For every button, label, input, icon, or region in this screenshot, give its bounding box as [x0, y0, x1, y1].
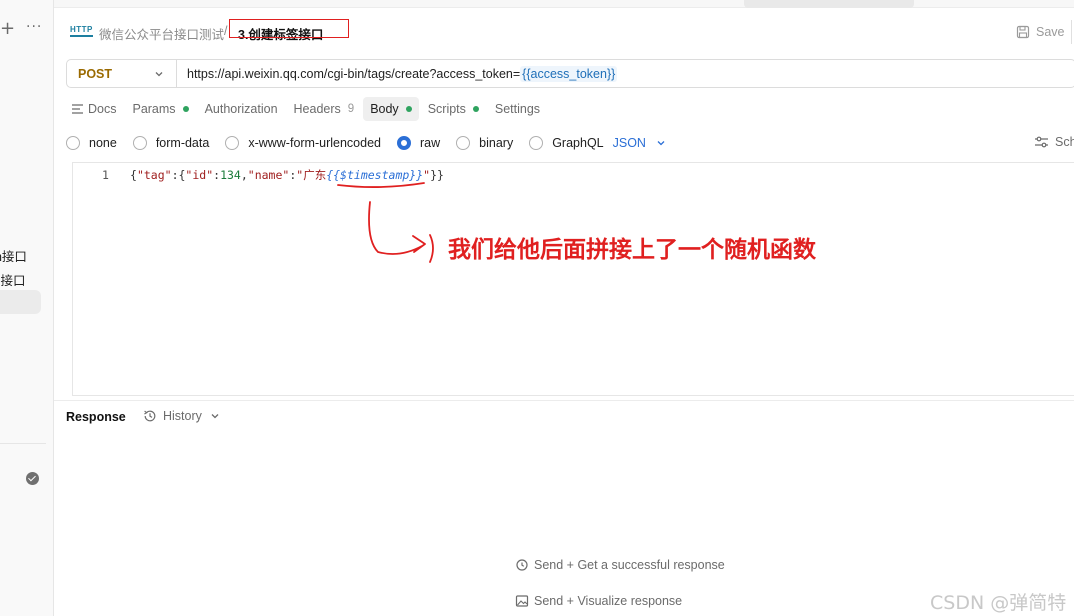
- tab-label: Params: [132, 102, 176, 116]
- radio-none[interactable]: none: [66, 136, 117, 150]
- schema-button[interactable]: Sch: [1034, 135, 1074, 149]
- code-string: "广东: [296, 168, 327, 182]
- code-key: "name": [247, 168, 290, 182]
- sidebar-item-token[interactable]: en接口: [0, 246, 54, 265]
- tab-label: Body: [370, 102, 399, 116]
- url-variable[interactable]: {{access_token}}: [520, 65, 618, 82]
- status-dot: [405, 106, 412, 112]
- add-icon[interactable]: +: [0, 20, 15, 38]
- radio-circle[interactable]: [397, 136, 411, 150]
- history-icon: [144, 410, 156, 422]
- url-base: https://api.weixin.qq.com/cgi-bin/tags/c…: [187, 66, 521, 81]
- radio-circle[interactable]: [529, 136, 544, 150]
- code-punctuation: }}: [430, 168, 444, 182]
- tab-label: Scripts: [427, 102, 466, 116]
- tab-docs[interactable]: Docs: [66, 97, 123, 121]
- radio-binary[interactable]: binary: [456, 136, 513, 150]
- status-dot: [182, 106, 189, 112]
- http-icon: HTTP: [70, 25, 93, 37]
- hint-label: Send + Visualize response: [534, 594, 683, 608]
- body-editor[interactable]: 1 {"tag":{"id":134,"name":"广东{{$timestam…: [72, 162, 1074, 396]
- sidebar-divider: [0, 443, 46, 444]
- check-circle-icon[interactable]: [26, 472, 39, 485]
- sidebar-item-create-tag[interactable]: 签接口: [0, 270, 54, 289]
- save-label: Save: [1036, 25, 1065, 39]
- code-variable: {{$timestamp}}: [326, 168, 424, 182]
- tab-headers[interactable]: Headers 9: [287, 97, 362, 121]
- watermark: CSDN @弹简特: [930, 592, 1067, 614]
- radio-circle[interactable]: [66, 136, 80, 150]
- tab-params[interactable]: Params: [125, 97, 195, 121]
- tab-label: Docs: [88, 102, 117, 116]
- sidebar: + ··· en接口 签接口: [0, 0, 54, 616]
- code-punctuation: ,: [240, 168, 248, 182]
- headers-count: 9: [347, 103, 355, 115]
- hint-label: Send + Get a successful response: [534, 558, 725, 572]
- status-dot: [472, 106, 479, 112]
- chevron-down-icon: [211, 414, 219, 419]
- sidebar-item-selected[interactable]: [0, 290, 41, 314]
- active-tab-sliver[interactable]: [744, 0, 914, 8]
- history-button[interactable]: History: [143, 409, 226, 423]
- tab-label: Settings: [494, 102, 541, 116]
- code-line[interactable]: {"tag":{"id":134,"name":"广东{{$timestamp}…: [130, 167, 444, 183]
- radio-label: raw: [420, 136, 441, 150]
- sliders-icon: [1035, 136, 1048, 148]
- response-title: Response: [66, 410, 126, 424]
- code-key: "tag": [136, 168, 172, 182]
- request-tabs: Docs Params Authorization Headers 9 Body …: [66, 97, 549, 121]
- radio-label: binary: [479, 136, 514, 150]
- radio-label: form-data: [155, 136, 210, 150]
- radio-graphql[interactable]: GraphQL: [529, 136, 604, 150]
- annotation-highlight-box: [229, 19, 349, 38]
- body-type-options: none form-data x-www-form-urlencoded raw…: [66, 134, 666, 152]
- url-bar: POST https://api.weixin.qq.com/cgi-bin/t…: [66, 59, 1074, 88]
- sidebar-item-label: 签接口: [0, 274, 26, 288]
- header-divider: [1071, 20, 1072, 44]
- method-label: POST: [78, 66, 113, 81]
- save-icon: [1016, 25, 1030, 39]
- tab-body[interactable]: Body: [363, 97, 419, 121]
- format-label: JSON: [612, 136, 646, 150]
- image-icon: [515, 595, 529, 607]
- tab-authorization[interactable]: Authorization: [198, 97, 285, 121]
- chevron-down-icon: [657, 141, 665, 146]
- radio-circle[interactable]: [456, 136, 471, 150]
- url-input[interactable]: https://api.weixin.qq.com/cgi-bin/tags/c…: [177, 65, 618, 82]
- radio-urlencoded[interactable]: x-www-form-urlencoded: [225, 136, 381, 150]
- breadcrumb-collection[interactable]: 微信公众平台接口测试: [99, 24, 224, 43]
- sidebar-item-label: en接口: [0, 250, 27, 264]
- radio-label: none: [89, 136, 117, 150]
- send-clock-icon: [516, 559, 528, 571]
- tab-scripts[interactable]: Scripts: [421, 97, 486, 121]
- more-options-icon[interactable]: ···: [26, 19, 42, 35]
- format-select[interactable]: JSON: [613, 136, 666, 150]
- radio-circle[interactable]: [132, 136, 147, 150]
- code-number: 134: [220, 168, 241, 182]
- radio-label: x-www-form-urlencoded: [248, 136, 381, 150]
- hint-visualize-response: Send + Visualize response: [515, 594, 682, 608]
- line-number: 1: [102, 168, 109, 182]
- radio-raw[interactable]: raw: [397, 136, 440, 150]
- schema-label: Sch: [1055, 135, 1074, 149]
- chevron-down-icon: [155, 71, 163, 76]
- top-tab-strip: [54, 0, 1074, 8]
- code-punctuation: {: [130, 168, 137, 182]
- radio-label: GraphQL: [552, 136, 604, 150]
- radio-circle[interactable]: [225, 136, 240, 150]
- tab-label: Headers: [293, 102, 341, 116]
- breadcrumb-separator: /: [224, 24, 228, 38]
- tab-label: Authorization: [204, 102, 278, 116]
- hint-successful-response: Send + Get a successful response: [515, 558, 725, 572]
- code-key: "id": [185, 168, 214, 182]
- radio-form-data[interactable]: form-data: [132, 136, 210, 150]
- method-select[interactable]: POST: [67, 60, 177, 87]
- annotation-note: 我们给他后面拼接上了一个随机函数: [448, 237, 816, 263]
- code-punctuation: :{: [171, 168, 186, 182]
- tab-settings[interactable]: Settings: [488, 97, 547, 121]
- save-button[interactable]: Save: [1016, 23, 1065, 41]
- history-label: History: [163, 409, 202, 423]
- response-divider: [54, 400, 1074, 401]
- docs-icon: [72, 104, 83, 114]
